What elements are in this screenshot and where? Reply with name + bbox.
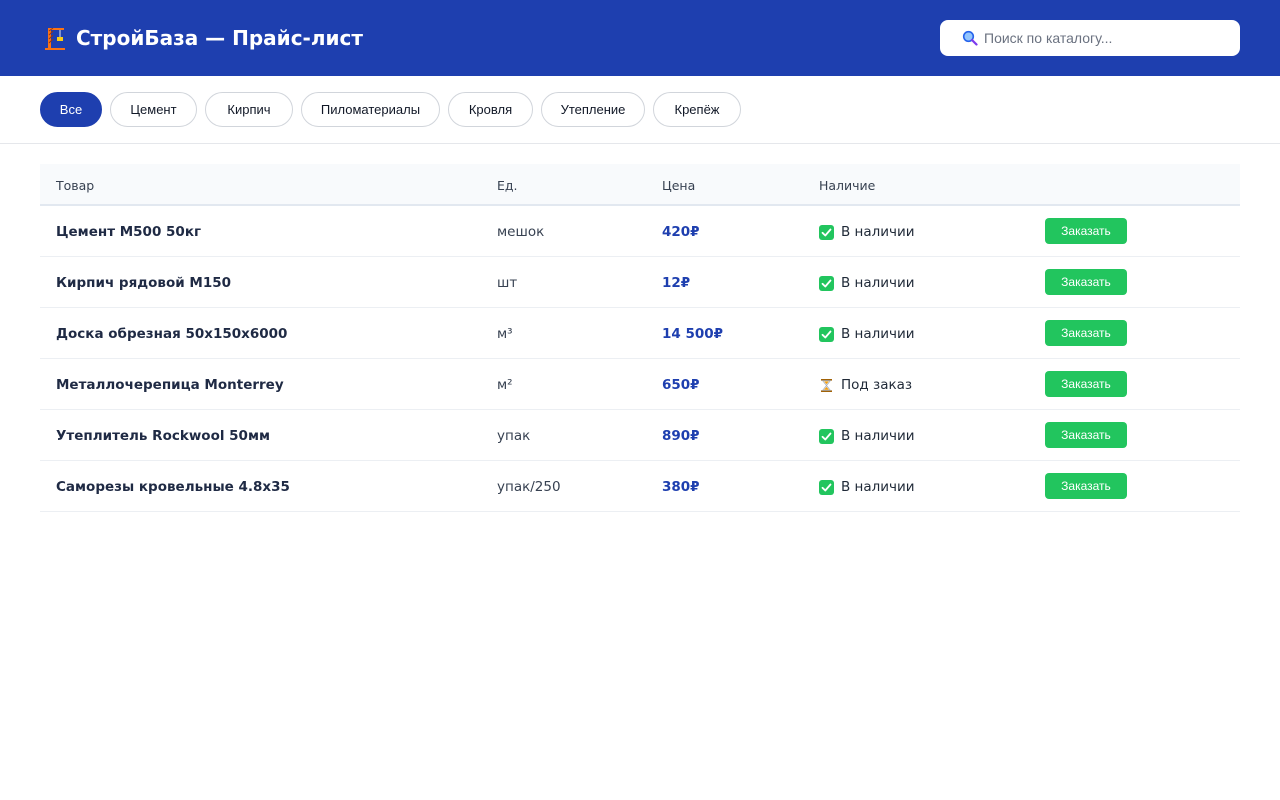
stock-label: В наличии: [841, 428, 915, 444]
filter-chip-cement[interactable]: Цемент: [110, 92, 197, 127]
product-price: 420₽: [662, 224, 700, 240]
order-button[interactable]: Заказать: [1045, 320, 1127, 346]
stock-status: В наличии: [819, 428, 915, 444]
price-table: Товар Ед. Цена Наличие Цемент М500 50кг …: [40, 164, 1240, 512]
stock-status: В наличии: [819, 326, 915, 342]
category-filters: Все Цемент Кирпич Пиломатериалы Кровля У…: [0, 76, 1280, 144]
order-button[interactable]: Заказать: [1045, 371, 1127, 397]
product-unit: м²: [497, 377, 513, 393]
product-unit: мешок: [497, 224, 545, 240]
product-price: 650₽: [662, 377, 700, 393]
product-unit: шт: [497, 275, 518, 291]
filter-chip-lumber[interactable]: Пиломатериалы: [301, 92, 440, 127]
order-button[interactable]: Заказать: [1045, 269, 1127, 295]
product-unit: упак: [497, 428, 531, 444]
filter-chip-insulation[interactable]: Утепление: [541, 92, 645, 127]
product-price: 890₽: [662, 428, 700, 444]
filter-chip-brick[interactable]: Кирпич: [205, 92, 293, 127]
top-bar: СтройБаза — Прайс-лист: [0, 0, 1280, 76]
column-header-price: Цена: [662, 178, 696, 193]
brand: СтройБаза — Прайс-лист: [44, 26, 363, 50]
check-icon: [819, 275, 834, 291]
search-input[interactable]: [984, 30, 1234, 46]
table-row: Металлочерепица Monterrey м² 650₽ Под за…: [40, 359, 1240, 410]
filter-chip-fasteners[interactable]: Крепёж: [653, 92, 741, 127]
order-button[interactable]: Заказать: [1045, 422, 1127, 448]
column-header-unit: Ед.: [497, 178, 518, 193]
stock-label: В наличии: [841, 224, 915, 240]
construction-crane-icon: [45, 27, 65, 50]
stock-label: В наличии: [841, 275, 915, 291]
product-name: Утеплитель Rockwool 50мм: [56, 428, 271, 444]
order-button[interactable]: Заказать: [1045, 218, 1127, 244]
product-price: 14 500₽: [662, 326, 724, 342]
stock-status: Под заказ: [819, 377, 912, 393]
table-row: Кирпич рядовой М150 шт 12₽ В наличии Зак…: [40, 257, 1240, 308]
page-title: СтройБаза — Прайс-лист: [76, 26, 363, 50]
column-header-product: Товар: [56, 178, 95, 193]
order-button[interactable]: Заказать: [1045, 473, 1127, 499]
check-icon: [819, 428, 834, 444]
product-name: Кирпич рядовой М150: [56, 275, 232, 291]
product-name: Металлочерепица Monterrey: [56, 377, 284, 393]
product-name: Доска обрезная 50x150x6000: [56, 326, 288, 342]
table-row: Саморезы кровельные 4.8x35 упак/250 380₽…: [40, 461, 1240, 512]
table-row: Цемент М500 50кг мешок 420₽ В наличии За…: [40, 206, 1240, 257]
product-name: Саморезы кровельные 4.8x35: [56, 479, 290, 495]
stock-label: В наличии: [841, 326, 915, 342]
filter-chip-roofing[interactable]: Кровля: [448, 92, 533, 127]
product-unit: м³: [497, 326, 513, 342]
product-price: 380₽: [662, 479, 700, 495]
table-header: Товар Ед. Цена Наличие: [40, 164, 1240, 206]
search-box[interactable]: [940, 20, 1240, 56]
table-row: Утеплитель Rockwool 50мм упак 890₽ В нал…: [40, 410, 1240, 461]
check-icon: [819, 479, 834, 495]
column-header-stock: Наличие: [819, 178, 876, 193]
stock-label: В наличии: [841, 479, 915, 495]
product-price: 12₽: [662, 275, 691, 291]
product-unit: упак/250: [497, 479, 561, 495]
product-name: Цемент М500 50кг: [56, 224, 202, 240]
check-icon: [819, 326, 834, 342]
hourglass-icon: [821, 378, 832, 392]
table-row: Доска обрезная 50x150x6000 м³ 14 500₽ В …: [40, 308, 1240, 359]
filter-chip-all[interactable]: Все: [40, 92, 102, 127]
search-icon: [962, 30, 978, 46]
check-icon: [819, 224, 834, 240]
stock-status: В наличии: [819, 224, 915, 240]
stock-status: В наличии: [819, 275, 915, 291]
stock-label: Под заказ: [841, 377, 913, 393]
stock-status: В наличии: [819, 479, 915, 495]
